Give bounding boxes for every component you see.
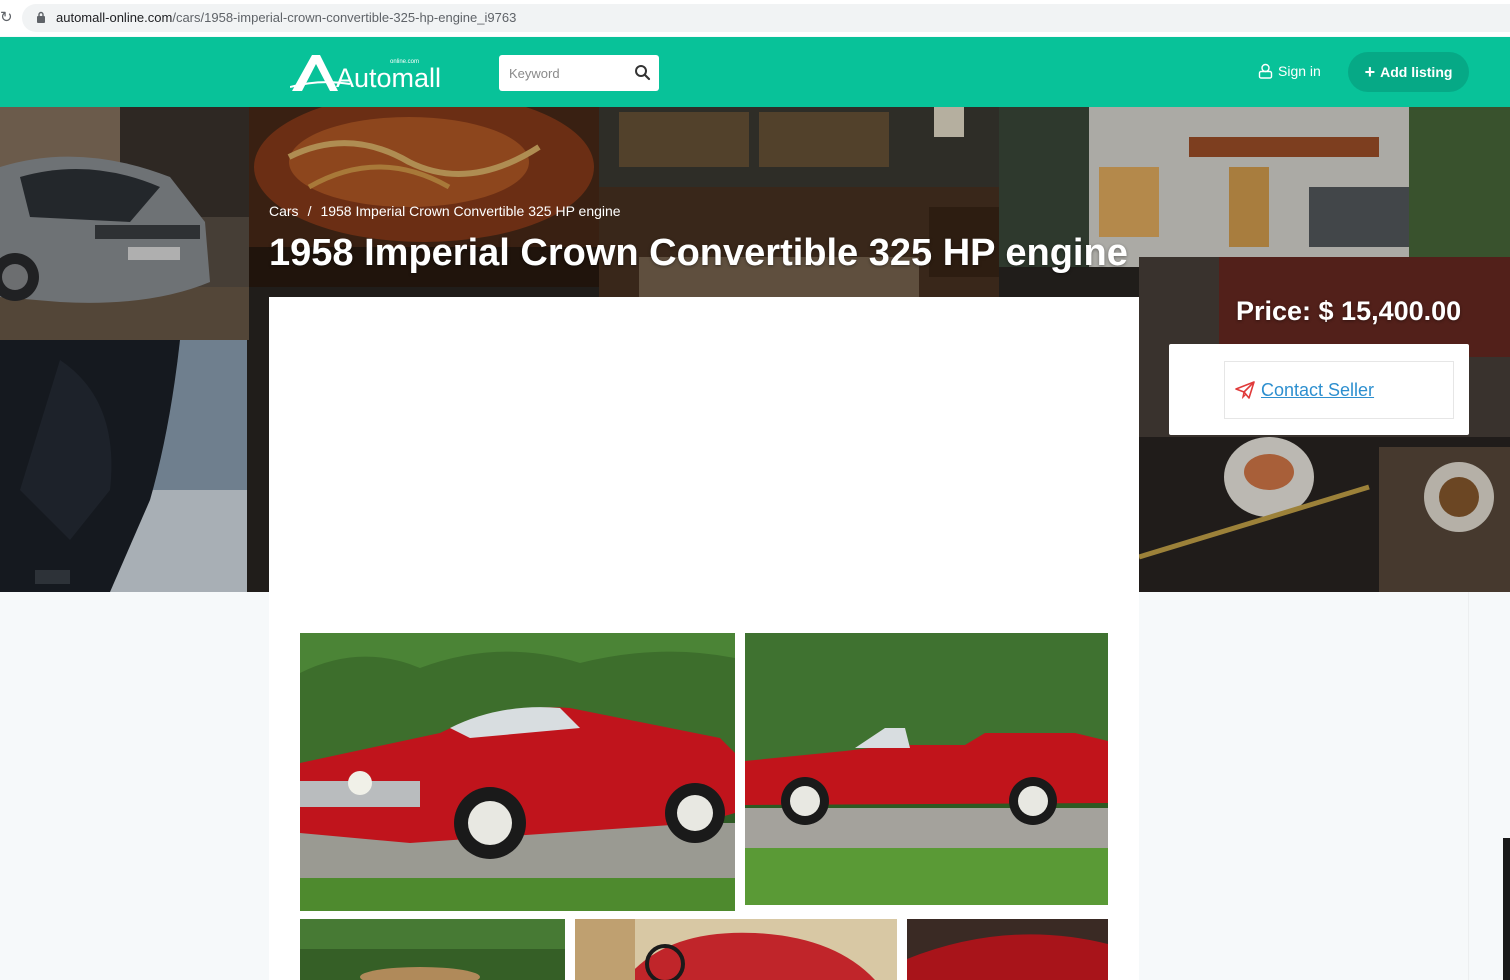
breadcrumb-separator: / — [307, 203, 312, 219]
car-photo-side[interactable] — [745, 633, 1108, 905]
add-listing-label: Add listing — [1380, 64, 1453, 80]
url-host: automall-online.com — [56, 10, 173, 25]
sign-in-label: Sign in — [1278, 63, 1321, 79]
car-photo-thumb-2[interactable] — [575, 919, 897, 980]
contact-seller-label: Contact Seller — [1261, 379, 1375, 400]
paper-plane-icon — [1235, 381, 1255, 399]
contact-card: Contact Seller — [1169, 344, 1469, 435]
breadcrumb: Cars / 1958 Imperial Crown Convertible 3… — [269, 203, 621, 219]
listing-main-card — [269, 297, 1139, 980]
logo-text: Automall — [336, 63, 440, 93]
plus-icon: + — [1364, 62, 1376, 82]
reload-icon[interactable]: ↻ — [0, 9, 13, 25]
listing-price: Price: $ 15,400.00 — [1236, 296, 1462, 326]
site-header: Automall online.com Sign in + Add listin… — [0, 37, 1510, 107]
breadcrumb-current: 1958 Imperial Crown Convertible 325 HP e… — [320, 203, 621, 219]
url-path: /cars/1958-imperial-crown-convertible-32… — [172, 10, 517, 25]
browser-address-bar: ↻ automall-online.com/cars/1958-imperial… — [0, 0, 1510, 36]
breadcrumb-cars[interactable]: Cars — [269, 203, 299, 219]
url-text[interactable]: automall-online.com/cars/1958-imperial-c… — [56, 10, 516, 26]
automall-logo[interactable]: Automall online.com — [290, 51, 440, 93]
search-icon[interactable] — [634, 64, 651, 81]
search-box — [499, 55, 659, 91]
page-title: 1958 Imperial Crown Convertible 325 HP e… — [269, 232, 1128, 274]
contact-seller-button[interactable]: Contact Seller — [1224, 361, 1454, 419]
car-photo-thumb-3[interactable] — [907, 919, 1108, 980]
add-listing-button[interactable]: + Add listing — [1348, 52, 1469, 92]
sidebar-background — [1139, 592, 1469, 980]
lock-icon — [37, 11, 45, 23]
page-edge-shadow — [1503, 838, 1510, 980]
car-photo-front[interactable] — [300, 633, 735, 911]
search-input[interactable] — [499, 55, 619, 91]
sign-in-link[interactable]: Sign in — [1258, 63, 1321, 79]
user-icon — [1258, 63, 1273, 79]
logo-small-text: online.com — [390, 59, 419, 65]
car-photo-thumb-1[interactable] — [300, 919, 565, 980]
